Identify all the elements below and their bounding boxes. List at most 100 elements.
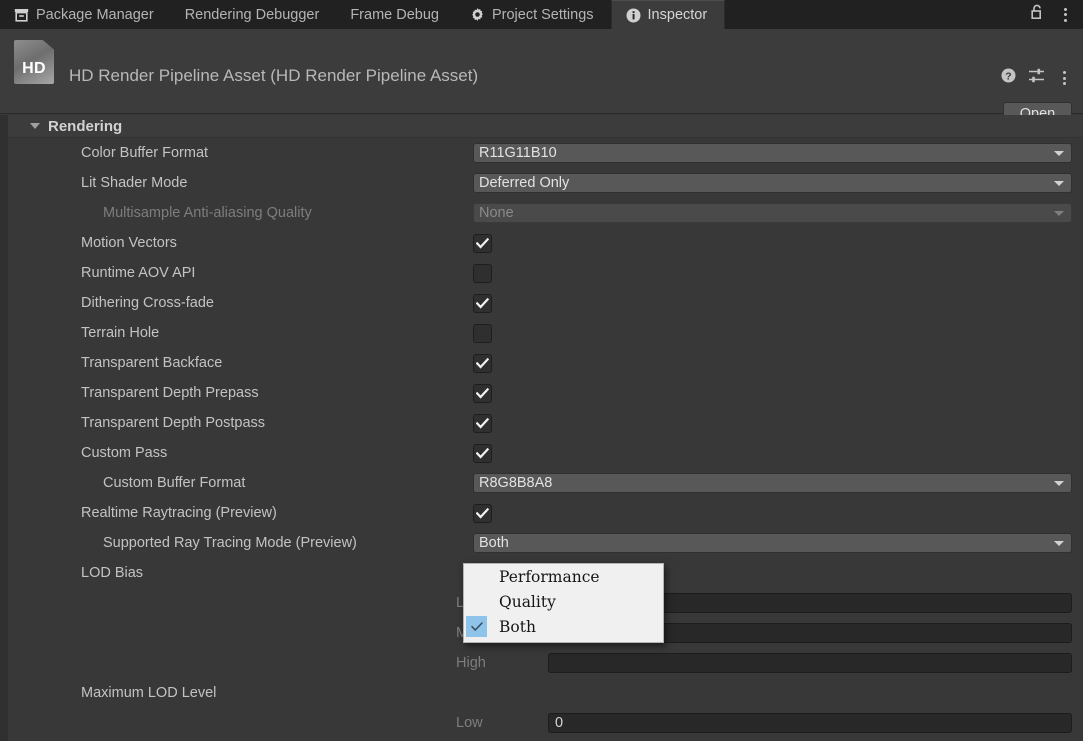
preset-sliders-icon[interactable]	[1028, 68, 1045, 88]
checkbox-motion-vectors[interactable]	[473, 233, 492, 253]
property-label: Transparent Depth Postpass	[81, 415, 266, 431]
dropdown-lit-shader-mode[interactable]: Deferred Only	[473, 173, 1072, 193]
section-header-rendering[interactable]: Rendering	[8, 115, 1083, 138]
dropdown-supported-ray-tracing-mode-preview-[interactable]: Both	[473, 533, 1072, 553]
property-label: Multisample Anti-aliasing Quality	[103, 205, 312, 221]
tab-project-settings[interactable]: Project Settings	[456, 0, 611, 29]
property-row: Runtime AOV API	[8, 258, 1083, 288]
checkbox-runtime-aov-api[interactable]	[473, 263, 492, 283]
property-row: Color Buffer Format R11G11B10	[8, 138, 1083, 168]
checkbox-custom-pass[interactable]	[473, 443, 492, 463]
tab-frame-debug[interactable]: Frame Debug	[336, 0, 456, 29]
property-field	[473, 263, 1072, 283]
property-field: R8G8B8A8	[473, 473, 1072, 493]
property-field	[473, 323, 1072, 343]
dropdown-value: R11G11B10	[479, 145, 557, 161]
lock-open-icon[interactable]	[1030, 4, 1044, 25]
property-field	[473, 233, 1072, 253]
property-label: Low	[456, 715, 483, 731]
asset-header-actions: ?	[1001, 68, 1071, 88]
property-field	[473, 413, 1072, 433]
dropdown-multisample-anti-aliasing-quality: None	[473, 203, 1072, 223]
popup-item[interactable]: Both	[464, 614, 663, 639]
checkmark-icon	[466, 616, 487, 637]
property-row: Multisample Anti-aliasing Quality None	[8, 198, 1083, 228]
checkmark-icon	[476, 387, 489, 399]
property-label: Lit Shader Mode	[81, 175, 188, 191]
property-label: LOD Bias	[81, 565, 144, 581]
popup-item[interactable]: Quality	[464, 589, 663, 614]
info-icon	[626, 8, 641, 23]
property-label: Color Buffer Format	[81, 145, 209, 161]
dropdown-custom-buffer-format[interactable]: R8G8B8A8	[473, 473, 1072, 493]
number-input[interactable]: 0	[548, 713, 1072, 733]
property-field	[473, 503, 1072, 523]
property-row: Low 0	[8, 708, 1083, 738]
tab-label: Package Manager	[36, 6, 154, 23]
gear-icon	[470, 7, 485, 22]
property-field	[473, 383, 1072, 403]
property-row: Transparent Depth Postpass	[8, 408, 1083, 438]
property-row: Lit Shader Mode Deferred Only	[8, 168, 1083, 198]
package-icon	[14, 7, 29, 22]
tab-rendering-debugger[interactable]: Rendering Debugger	[171, 0, 337, 29]
property-label: Motion Vectors	[81, 235, 177, 251]
page-title: HD Render Pipeline Asset (HD Render Pipe…	[69, 66, 479, 85]
property-row: Terrain Hole	[8, 318, 1083, 348]
inspector-body: Rendering Color Buffer Format R11G11B10 Li…	[0, 115, 1083, 741]
triangle-down-icon[interactable]	[30, 123, 40, 129]
property-row: Supported Ray Tracing Mode (Preview) Both	[8, 528, 1083, 558]
property-row: High	[8, 648, 1083, 678]
checkbox-transparent-depth-prepass[interactable]	[473, 383, 492, 403]
checkbox-terrain-hole[interactable]	[473, 323, 492, 343]
property-field: R11G11B10	[473, 143, 1072, 163]
input-value: 0	[555, 715, 564, 731]
tab-package-manager[interactable]: Package Manager	[0, 0, 171, 29]
checkbox-realtime-raytracing-preview-[interactable]	[473, 503, 492, 523]
property-label: Custom Pass	[81, 445, 168, 461]
checkmark-icon	[476, 417, 489, 429]
kebab-menu-icon[interactable]	[1058, 6, 1072, 24]
property-row: Realtime Raytracing (Preview)	[8, 498, 1083, 528]
tab-label: Rendering Debugger	[184, 6, 320, 23]
checkmark-icon	[476, 237, 489, 249]
tab-inspector[interactable]: Inspector	[610, 0, 726, 29]
popup-item-label: Both	[499, 617, 536, 636]
chevron-down-icon	[1054, 150, 1064, 156]
number-input[interactable]	[548, 653, 1072, 673]
help-icon[interactable]: ?	[1001, 68, 1016, 88]
section-title: Rendering	[48, 117, 123, 135]
checkmark-icon	[476, 357, 489, 369]
property-label: Supported Ray Tracing Mode (Preview)	[103, 535, 357, 551]
checkbox-transparent-depth-postpass[interactable]	[473, 413, 492, 433]
chevron-down-icon	[1054, 180, 1064, 186]
dropdown-color-buffer-format[interactable]: R11G11B10	[473, 143, 1072, 163]
dropdown-value: Both	[479, 535, 509, 551]
property-label: Dithering Cross-fade	[81, 295, 214, 311]
property-field	[473, 353, 1072, 373]
tab-label: Project Settings	[491, 6, 594, 23]
popup-item-label: Quality	[499, 592, 556, 611]
svg-text:?: ?	[1005, 70, 1011, 82]
chevron-down-icon	[1054, 480, 1064, 486]
checkmark-icon	[476, 447, 489, 459]
checkmark-icon	[476, 507, 489, 519]
tab-label: Inspector	[647, 7, 708, 23]
checkbox-dithering-cross-fade[interactable]	[473, 293, 492, 313]
asset-icon-label: HD	[22, 60, 46, 77]
popup-item[interactable]: Performance	[464, 564, 663, 589]
property-label: Realtime Raytracing (Preview)	[81, 505, 277, 521]
unity-inspector-window: Package Manager Rendering Debugger Frame D…	[0, 0, 1083, 741]
checkbox-transparent-backface[interactable]	[473, 353, 492, 373]
property-field: None	[473, 203, 1072, 223]
dropdown-value: Deferred Only	[479, 175, 570, 191]
kebab-menu-icon[interactable]	[1057, 69, 1071, 87]
ray-tracing-mode-dropdown-popup[interactable]: Performance Quality Both	[463, 563, 664, 643]
property-row: Transparent Backface	[8, 348, 1083, 378]
property-row: Custom Pass	[8, 438, 1083, 468]
checkmark-icon	[476, 297, 489, 309]
dropdown-value: None	[479, 205, 514, 221]
property-label: Maximum LOD Level	[81, 685, 217, 701]
property-rows: Color Buffer Format R11G11B10 Lit Shader M…	[8, 138, 1083, 741]
popup-item-label: Performance	[499, 567, 600, 586]
